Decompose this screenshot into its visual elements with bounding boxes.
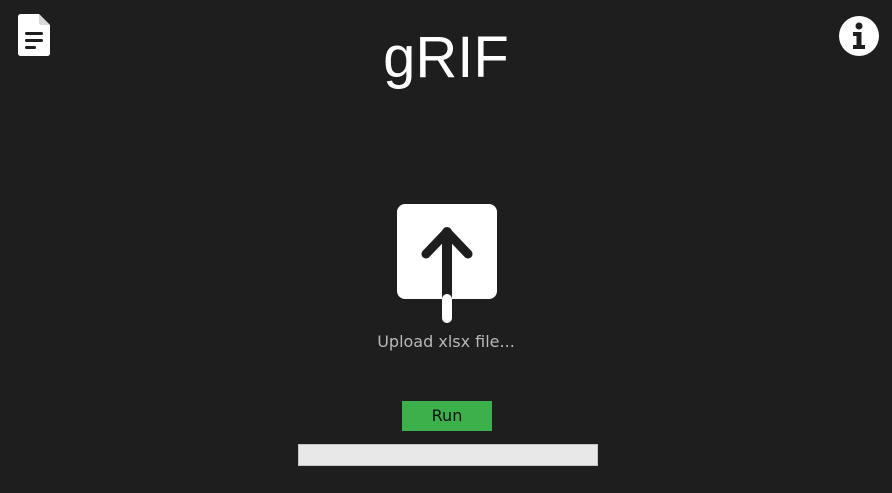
app-window: gRIF Upload xlsx file... Run [0,0,892,493]
upload-label: Upload xlsx file... [377,332,515,351]
app-title: gRIF [383,25,509,90]
progress-bar [298,444,598,466]
upload-button[interactable] [397,204,497,324]
info-icon[interactable] [838,15,880,57]
run-button[interactable]: Run [402,401,492,431]
